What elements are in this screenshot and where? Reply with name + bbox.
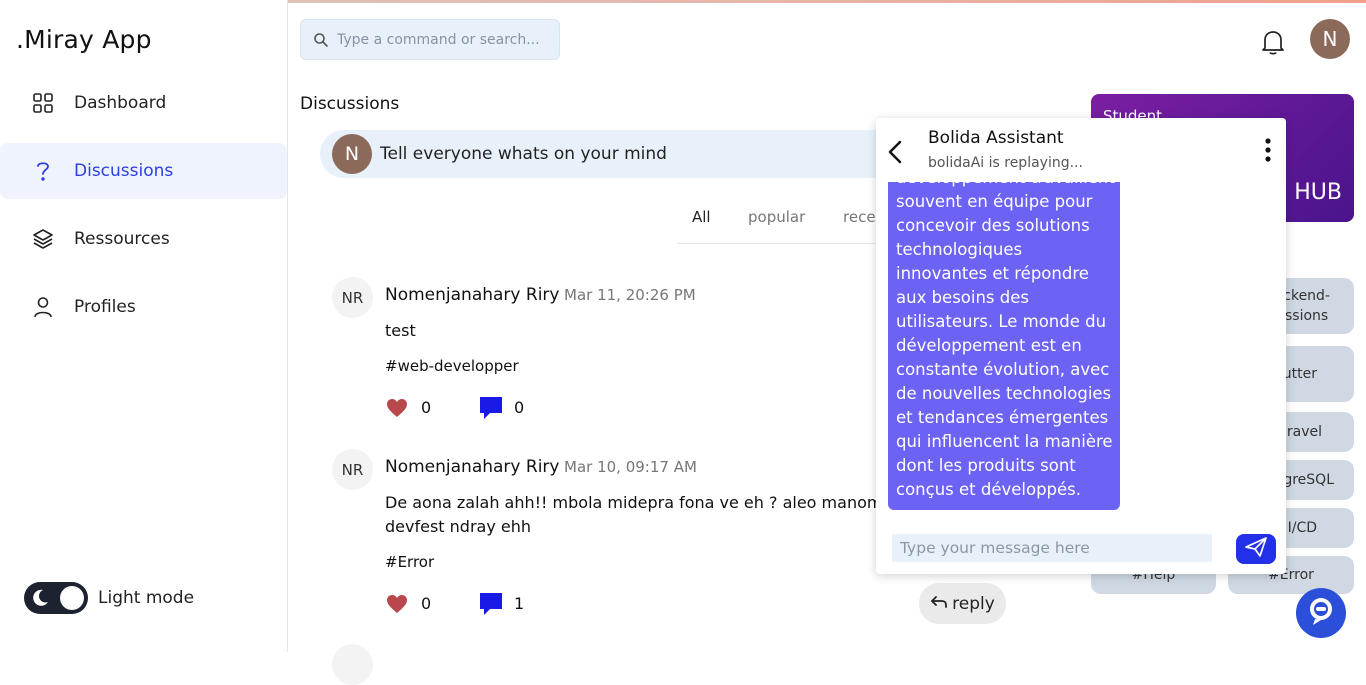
sidebar-item-label: Profiles bbox=[74, 297, 136, 317]
tab-all[interactable]: All bbox=[692, 208, 711, 226]
comment-count: 0 bbox=[514, 398, 525, 417]
post-date: Mar 10, 09:17 AM bbox=[564, 458, 697, 476]
dashboard-grid-icon bbox=[31, 91, 55, 115]
heart-icon[interactable] bbox=[385, 593, 409, 615]
layers-icon bbox=[31, 227, 55, 251]
author-name[interactable]: Nomenjanahary Riry bbox=[385, 457, 559, 477]
sidebar-item-label: Ressources bbox=[74, 229, 170, 249]
tab-popular[interactable]: popular bbox=[748, 208, 805, 226]
card-hub-label: HUB bbox=[1294, 180, 1342, 205]
back-arrow-icon[interactable] bbox=[886, 140, 906, 164]
user-avatar[interactable]: N bbox=[1310, 19, 1350, 59]
search-box[interactable] bbox=[300, 19, 560, 60]
send-icon bbox=[1244, 536, 1268, 562]
sidebar-item-dashboard[interactable]: Dashboard bbox=[0, 75, 287, 131]
composer-prompt: Tell everyone whats on your mind bbox=[380, 144, 667, 164]
user-icon bbox=[31, 295, 55, 319]
post-tag[interactable]: #web-developper bbox=[385, 357, 519, 375]
send-button[interactable] bbox=[1236, 534, 1276, 564]
reply-arrow-icon bbox=[930, 594, 948, 614]
author-avatar[interactable] bbox=[332, 644, 373, 685]
question-icon bbox=[31, 159, 55, 183]
theme-label: Light mode bbox=[98, 588, 195, 608]
assistant-chat-window: développement travaillent souvent en équ… bbox=[876, 118, 1286, 574]
heart-icon[interactable] bbox=[385, 397, 409, 419]
post-composer[interactable]: N Tell everyone whats on your mind bbox=[320, 130, 920, 178]
author-avatar[interactable]: NR bbox=[332, 449, 373, 490]
sidebar: .Miray App Dashboard Discussions Ressour… bbox=[0, 0, 288, 652]
assistant-message-text: développement travaillent souvent en équ… bbox=[896, 168, 1115, 499]
theme-toggle-wrap: Light mode bbox=[24, 582, 194, 614]
search-input[interactable] bbox=[337, 31, 547, 48]
theme-toggle[interactable] bbox=[24, 582, 88, 614]
chat-message-input[interactable] bbox=[892, 534, 1212, 562]
chat-status: bolidaAi is replaying... bbox=[928, 155, 1083, 171]
sidebar-item-label: Discussions bbox=[74, 161, 174, 181]
sidebar-item-profiles[interactable]: Profiles bbox=[0, 279, 287, 335]
assistant-fab-button[interactable] bbox=[1296, 588, 1346, 638]
like-count: 0 bbox=[421, 398, 432, 417]
post-body: test bbox=[385, 321, 416, 340]
post-body: De aona zalah ahh!! mbola midepra fona v… bbox=[385, 493, 883, 536]
sidebar-item-ressources[interactable]: Ressources bbox=[0, 211, 287, 267]
page-title: Discussions bbox=[300, 94, 400, 114]
chat-title: Bolida Assistant bbox=[928, 128, 1064, 148]
more-vertical-icon[interactable] bbox=[1260, 136, 1276, 166]
chat-bot-icon bbox=[1305, 595, 1337, 631]
composer-avatar: N bbox=[332, 134, 372, 174]
comment-count: 1 bbox=[514, 594, 525, 613]
search-icon bbox=[313, 32, 329, 48]
comment-icon[interactable] bbox=[478, 591, 504, 617]
author-name[interactable]: Nomenjanahary Riry bbox=[385, 285, 559, 305]
like-count: 0 bbox=[421, 594, 432, 613]
assistant-message-bubble: développement travaillent souvent en équ… bbox=[888, 138, 1120, 510]
moon-icon bbox=[30, 588, 50, 608]
sidebar-item-label: Dashboard bbox=[74, 93, 167, 113]
post-tag[interactable]: #Error bbox=[385, 553, 434, 571]
author-avatar[interactable]: NR bbox=[332, 277, 373, 318]
sidebar-item-discussions[interactable]: Discussions bbox=[0, 143, 287, 199]
chat-header: Bolida Assistant bolidaAi is replaying..… bbox=[876, 118, 1286, 182]
comment-icon[interactable] bbox=[478, 395, 504, 421]
reply-button[interactable]: reply bbox=[919, 583, 1006, 624]
reply-label: reply bbox=[952, 593, 995, 614]
toggle-knob bbox=[60, 586, 84, 610]
brand-logo[interactable]: .Miray App bbox=[16, 25, 152, 54]
notification-bell-icon[interactable] bbox=[1260, 28, 1286, 56]
post-date: Mar 11, 20:26 PM bbox=[564, 286, 696, 304]
